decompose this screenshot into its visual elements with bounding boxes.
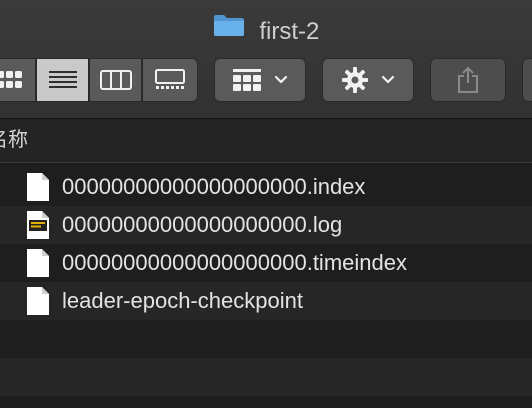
columns-icon: [99, 70, 132, 90]
file-name: 00000000000000000000.index: [62, 174, 366, 199]
folder-icon: [213, 13, 245, 47]
share-icon: [458, 66, 478, 93]
group-grid-icon: [233, 69, 261, 91]
file-row[interactable]: 00000000000000000000.timeindex: [0, 244, 532, 282]
gallery-icon: [155, 69, 185, 89]
name-column-header[interactable]: 名称: [0, 127, 28, 153]
file-list: 00000000000000000000.index 0000000000000…: [0, 168, 532, 396]
window-title-text: first-2: [259, 17, 320, 45]
document-icon: [26, 172, 50, 202]
column-view-button[interactable]: [89, 58, 142, 102]
document-icon: [26, 286, 50, 316]
chevron-down-icon: [381, 75, 395, 84]
log-document-icon: [26, 210, 50, 240]
file-row[interactable]: 00000000000000000000.index: [0, 168, 532, 206]
file-name: leader-epoch-checkpoint: [62, 288, 303, 313]
share-button[interactable]: [430, 58, 506, 102]
file-name: 00000000000000000000.log: [62, 212, 343, 237]
finder-window: first-2 称 00000000000000000000.index 000…: [0, 0, 532, 408]
gear-icon: [342, 67, 368, 93]
file-name: 00000000000000000000.timeindex: [62, 250, 407, 275]
gallery-view-button[interactable]: [142, 58, 198, 102]
overflow-button[interactable]: [522, 58, 532, 102]
list-view-button[interactable]: [36, 58, 89, 102]
toolbar: first-2: [0, 0, 532, 119]
file-row[interactable]: leader-epoch-checkpoint: [0, 282, 532, 320]
column-header: 名称: [0, 119, 532, 163]
document-icon: [26, 248, 50, 278]
grid-icon: [0, 71, 22, 88]
group-by-button[interactable]: [214, 58, 306, 102]
icon-view-button[interactable]: [0, 58, 36, 102]
empty-row: [0, 320, 532, 358]
chevron-down-icon: [274, 75, 288, 84]
empty-row: [0, 358, 532, 396]
file-row[interactable]: 00000000000000000000.log: [0, 206, 532, 244]
window-title: first-2: [0, 14, 532, 49]
list-icon: [48, 71, 77, 88]
action-button[interactable]: [322, 58, 414, 102]
